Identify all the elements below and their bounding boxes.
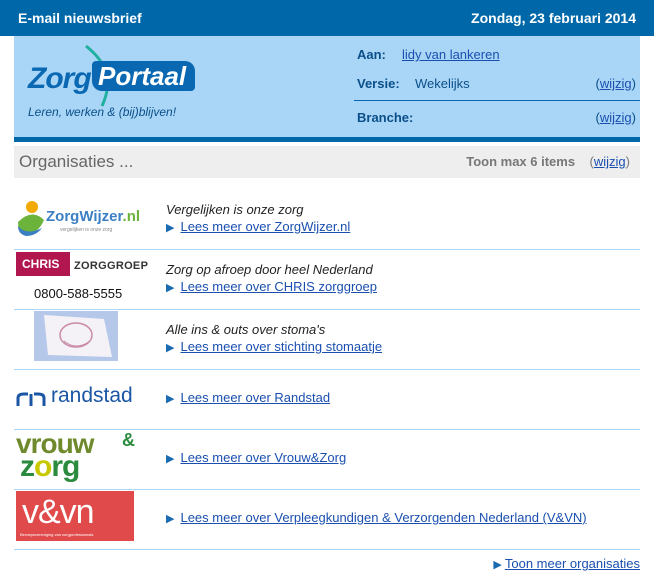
logo-word-portaal: Portaal	[98, 61, 187, 91]
max-items-edit-link[interactable]: wijzig	[594, 154, 626, 169]
version-edit: (wijzig)	[595, 76, 636, 91]
org-more: ▶ Lees meer over Vrouw&Zorg	[166, 450, 346, 465]
newsletter-date: Zondag, 23 februari 2014	[471, 10, 636, 26]
logo-slogan: Leren, werken & (bij)blijven!	[28, 105, 177, 119]
organizations-list: ZorgWijzer.nl vergelijken is onze zorg V…	[14, 190, 640, 550]
branche-edit-link[interactable]: wijzig	[600, 110, 632, 125]
chris-zorggroep-logo[interactable]: CHRIS ZORGGROEP 0800-588-5555	[14, 250, 154, 310]
organizations-title: Organisaties ...	[19, 152, 134, 171]
vrouw-zorg-logo[interactable]: vrouw & zorg	[14, 428, 154, 490]
zorgportaal-logo[interactable]: Zorg Portaal Leren, werken & (bij)blijve…	[28, 44, 203, 128]
version-row: Versie: Wekelijks (wijzig)	[354, 68, 640, 98]
org-phone: 0800-588-5555	[34, 286, 123, 301]
read-more-link[interactable]: Lees meer over stichting stomaatje	[180, 339, 382, 354]
newsletter-title: E-mail nieuwsbrief	[18, 10, 142, 26]
org-tagline: Zorg op afroep door heel Nederland	[166, 262, 373, 277]
org-more: ▶ Lees meer over Randstad	[166, 390, 330, 405]
org-tagline: Vergelijken is onze zorg	[166, 202, 304, 217]
stomaatje-logo[interactable]	[14, 310, 154, 370]
logo-word-zorg: Zorg	[28, 62, 92, 95]
branche-label: Branche:	[357, 110, 414, 125]
org-more: ▶ Lees meer over CHRIS zorggroep	[166, 279, 377, 294]
org-more: ▶ Lees meer over ZorgWijzer.nl	[166, 219, 350, 234]
triangle-right-icon: ▶	[166, 342, 175, 354]
triangle-right-icon: ▶	[166, 393, 175, 405]
branche-edit: (wijzig)	[595, 110, 636, 125]
recipient-link[interactable]: lidy van lankeren	[402, 47, 500, 62]
recipient-row: Aan: lidy van lankeren	[354, 39, 640, 69]
read-more-link[interactable]: Lees meer over Randstad	[180, 390, 330, 405]
vvn-logo[interactable]: v&vn Beroepsvereniging van zorgprofessio…	[14, 490, 154, 550]
newsletter-topbar: E-mail nieuwsbrief Zondag, 23 februari 2…	[0, 0, 654, 36]
branche-row: Branche: (wijzig)	[354, 100, 640, 130]
max-items-label: Toon max 6 items	[466, 154, 576, 169]
org-more: ▶ Lees meer over Verpleegkundigen & Verzo…	[166, 510, 587, 525]
zorgwijzer-logo[interactable]: ZorgWijzer.nl vergelijken is onze zorg	[14, 190, 154, 250]
recipient-label: Aan:	[357, 47, 386, 62]
list-item: vrouw & zorg ▶ Lees meer over Vrouw&Zorg	[14, 428, 640, 490]
read-more-link[interactable]: Lees meer over Verpleegkundigen & Verzor…	[180, 510, 586, 525]
triangle-right-icon: ▶	[166, 513, 175, 525]
list-item: Alle ins & outs over stoma's ▶ Lees meer …	[14, 310, 640, 370]
read-more-link[interactable]: Lees meer over ZorgWijzer.nl	[180, 219, 350, 234]
newsletter-header: Zorg Portaal Leren, werken & (bij)blijve…	[14, 36, 640, 142]
recipient-info: Aan: lidy van lankeren Versie: Wekelijks…	[354, 36, 640, 137]
list-item: CHRIS ZORGGROEP 0800-588-5555 Zorg op af…	[14, 250, 640, 310]
version-value: Wekelijks	[415, 76, 470, 91]
list-item: randstad ▶ Lees meer over Randstad	[14, 370, 640, 430]
max-items-setting: Toon max 6 items (wijzig)	[466, 154, 630, 169]
read-more-link[interactable]: Lees meer over CHRIS zorggroep	[180, 279, 377, 294]
read-more-link[interactable]: Lees meer over Vrouw&Zorg	[180, 450, 346, 465]
show-more-organizations: ▶ Toon meer organisaties	[493, 556, 640, 571]
org-more: ▶ Lees meer over stichting stomaatje	[166, 339, 382, 354]
triangle-right-icon: ▶	[493, 559, 502, 571]
version-label: Versie:	[357, 76, 400, 91]
org-tagline: Alle ins & outs over stoma's	[166, 322, 326, 337]
version-edit-link[interactable]: wijzig	[600, 76, 632, 91]
triangle-right-icon: ▶	[166, 282, 175, 294]
list-item: v&vn Beroepsvereniging van zorgprofessio…	[14, 490, 640, 550]
randstad-logo[interactable]: randstad	[14, 370, 154, 430]
list-item: ZorgWijzer.nl vergelijken is onze zorg V…	[14, 190, 640, 250]
randstad-mark-icon	[16, 392, 46, 406]
triangle-right-icon: ▶	[166, 453, 175, 465]
triangle-right-icon: ▶	[166, 222, 175, 234]
person-icon	[18, 201, 44, 236]
stomaatje-image	[34, 311, 118, 361]
show-more-link[interactable]: Toon meer organisaties	[505, 556, 640, 571]
organizations-header: Organisaties ... Toon max 6 items (wijzi…	[14, 146, 640, 178]
